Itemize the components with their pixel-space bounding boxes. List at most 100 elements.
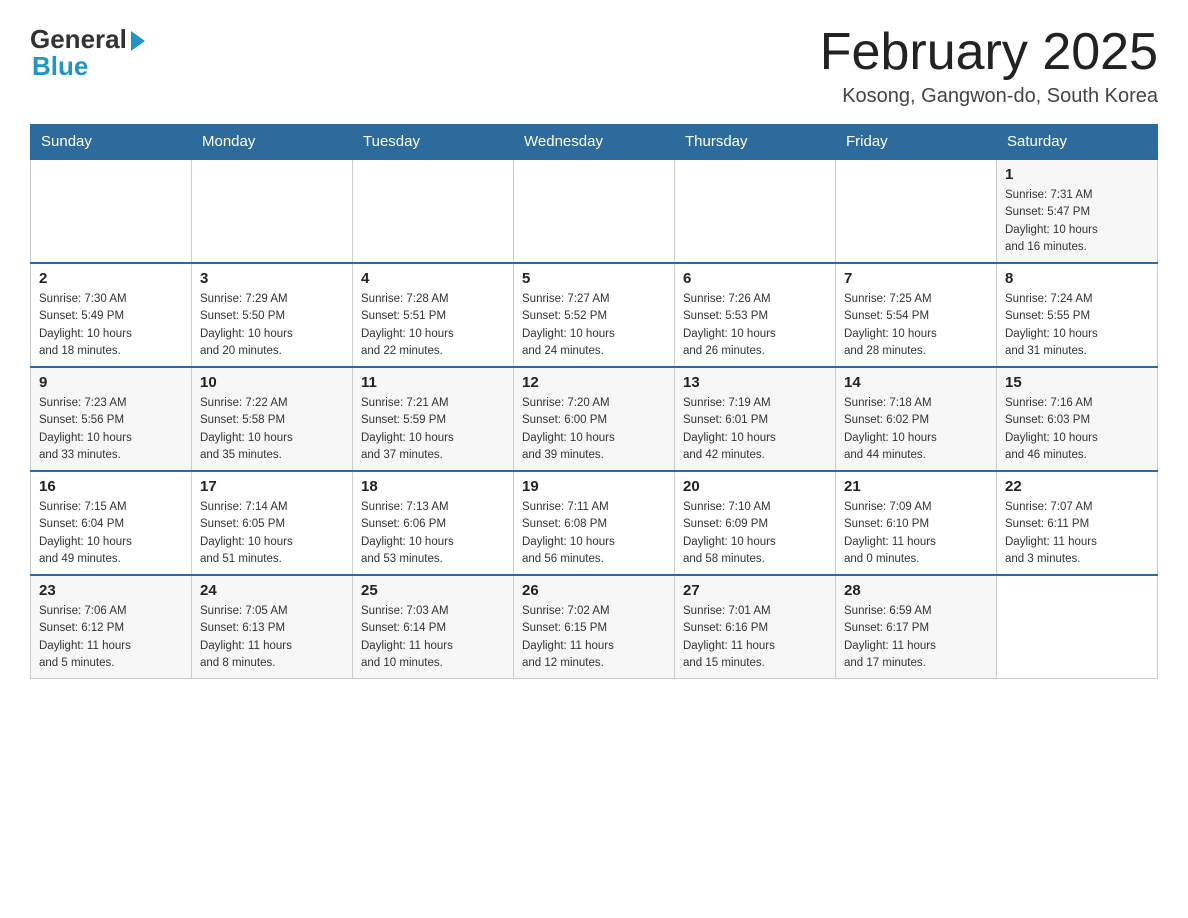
day-info: Sunrise: 7:11 AM Sunset: 6:08 PM Dayligh… (522, 499, 666, 568)
calendar-table: Sunday Monday Tuesday Wednesday Thursday… (30, 124, 1158, 679)
table-row (192, 159, 353, 263)
day-info: Sunrise: 7:25 AM Sunset: 5:54 PM Dayligh… (844, 291, 988, 360)
day-info: Sunrise: 7:15 AM Sunset: 6:04 PM Dayligh… (39, 499, 183, 568)
table-row: 22 Sunrise: 7:07 AM Sunset: 6:11 PM Dayli… (997, 471, 1158, 575)
logo-arrow-icon (131, 31, 145, 51)
day-number: 10 (200, 374, 344, 391)
calendar-header-row: Sunday Monday Tuesday Wednesday Thursday… (31, 125, 1158, 160)
table-row (514, 159, 675, 263)
table-row: 15 Sunrise: 7:16 AM Sunset: 6:03 PM Dayli… (997, 367, 1158, 471)
day-info: Sunrise: 7:09 AM Sunset: 6:10 PM Dayligh… (844, 499, 988, 568)
calendar-row: 1Sunrise: 7:31 AM Sunset: 5:47 PM Daylig… (31, 159, 1158, 263)
day-number: 15 (1005, 374, 1149, 391)
day-number: 18 (361, 478, 505, 495)
day-info: Sunrise: 7:31 AM Sunset: 5:47 PM Dayligh… (1005, 187, 1149, 256)
day-number: 21 (844, 478, 988, 495)
day-info: Sunrise: 7:10 AM Sunset: 6:09 PM Dayligh… (683, 499, 827, 568)
table-row: 3 Sunrise: 7:29 AM Sunset: 5:50 PM Daylig… (192, 263, 353, 367)
table-row (353, 159, 514, 263)
day-info: Sunrise: 7:05 AM Sunset: 6:13 PM Dayligh… (200, 603, 344, 672)
day-number: 2 (39, 270, 183, 287)
table-row: 8Sunrise: 7:24 AM Sunset: 5:55 PM Daylig… (997, 263, 1158, 367)
day-number: 26 (522, 582, 666, 599)
table-row: 20 Sunrise: 7:10 AM Sunset: 6:09 PM Dayli… (675, 471, 836, 575)
day-info: Sunrise: 7:23 AM Sunset: 5:56 PM Dayligh… (39, 395, 183, 464)
table-row (997, 575, 1158, 679)
day-info: Sunrise: 7:18 AM Sunset: 6:02 PM Dayligh… (844, 395, 988, 464)
page-header: General Blue February 2025 Kosong, Gangw… (30, 24, 1158, 108)
day-info: Sunrise: 7:21 AM Sunset: 5:59 PM Dayligh… (361, 395, 505, 464)
table-row (675, 159, 836, 263)
col-thursday: Thursday (675, 125, 836, 160)
day-number: 16 (39, 478, 183, 495)
calendar-row: 23Sunrise: 7:06 AM Sunset: 6:12 PM Dayli… (31, 575, 1158, 679)
table-row: 14 Sunrise: 7:18 AM Sunset: 6:02 PM Dayli… (836, 367, 997, 471)
table-row: 19 Sunrise: 7:11 AM Sunset: 6:08 PM Dayli… (514, 471, 675, 575)
calendar-row: 16 Sunrise: 7:15 AM Sunset: 6:04 PM Dayli… (31, 471, 1158, 575)
day-info: Sunrise: 7:03 AM Sunset: 6:14 PM Dayligh… (361, 603, 505, 672)
col-friday: Friday (836, 125, 997, 160)
table-row (836, 159, 997, 263)
logo: General Blue (30, 24, 145, 82)
day-number: 22 (1005, 478, 1149, 495)
day-number: 20 (683, 478, 827, 495)
col-saturday: Saturday (997, 125, 1158, 160)
day-number: 7 (844, 270, 988, 287)
day-number: 12 (522, 374, 666, 391)
day-number: 27 (683, 582, 827, 599)
table-row: 12 Sunrise: 7:20 AM Sunset: 6:00 PM Dayli… (514, 367, 675, 471)
table-row: 13Sunrise: 7:19 AM Sunset: 6:01 PM Dayli… (675, 367, 836, 471)
day-number: 9 (39, 374, 183, 391)
table-row: 16 Sunrise: 7:15 AM Sunset: 6:04 PM Dayli… (31, 471, 192, 575)
table-row: 18 Sunrise: 7:13 AM Sunset: 6:06 PM Dayli… (353, 471, 514, 575)
table-row: 26 Sunrise: 7:02 AM Sunset: 6:15 PM Dayli… (514, 575, 675, 679)
location-title: Kosong, Gangwon-do, South Korea (820, 85, 1158, 108)
day-number: 3 (200, 270, 344, 287)
title-area: February 2025 Kosong, Gangwon-do, South … (820, 24, 1158, 108)
day-info: Sunrise: 7:30 AM Sunset: 5:49 PM Dayligh… (39, 291, 183, 360)
table-row: 4 Sunrise: 7:28 AM Sunset: 5:51 PM Daylig… (353, 263, 514, 367)
table-row: 17Sunrise: 7:14 AM Sunset: 6:05 PM Dayli… (192, 471, 353, 575)
table-row: 1Sunrise: 7:31 AM Sunset: 5:47 PM Daylig… (997, 159, 1158, 263)
day-info: Sunrise: 7:29 AM Sunset: 5:50 PM Dayligh… (200, 291, 344, 360)
table-row (31, 159, 192, 263)
day-number: 8 (1005, 270, 1149, 287)
day-info: Sunrise: 7:01 AM Sunset: 6:16 PM Dayligh… (683, 603, 827, 672)
day-number: 28 (844, 582, 988, 599)
day-number: 19 (522, 478, 666, 495)
day-number: 24 (200, 582, 344, 599)
col-tuesday: Tuesday (353, 125, 514, 160)
col-wednesday: Wednesday (514, 125, 675, 160)
col-monday: Monday (192, 125, 353, 160)
table-row: 28Sunrise: 6:59 AM Sunset: 6:17 PM Dayli… (836, 575, 997, 679)
day-number: 6 (683, 270, 827, 287)
col-sunday: Sunday (31, 125, 192, 160)
day-number: 5 (522, 270, 666, 287)
day-info: Sunrise: 7:14 AM Sunset: 6:05 PM Dayligh… (200, 499, 344, 568)
table-row: 5 Sunrise: 7:27 AM Sunset: 5:52 PM Daylig… (514, 263, 675, 367)
table-row: 25 Sunrise: 7:03 AM Sunset: 6:14 PM Dayli… (353, 575, 514, 679)
day-info: Sunrise: 7:13 AM Sunset: 6:06 PM Dayligh… (361, 499, 505, 568)
day-number: 25 (361, 582, 505, 599)
day-info: Sunrise: 7:19 AM Sunset: 6:01 PM Dayligh… (683, 395, 827, 464)
day-info: Sunrise: 7:16 AM Sunset: 6:03 PM Dayligh… (1005, 395, 1149, 464)
day-info: Sunrise: 7:07 AM Sunset: 6:11 PM Dayligh… (1005, 499, 1149, 568)
table-row: 11 Sunrise: 7:21 AM Sunset: 5:59 PM Dayli… (353, 367, 514, 471)
table-row: 7 Sunrise: 7:25 AM Sunset: 5:54 PM Daylig… (836, 263, 997, 367)
table-row: 21 Sunrise: 7:09 AM Sunset: 6:10 PM Dayli… (836, 471, 997, 575)
day-info: Sunrise: 7:27 AM Sunset: 5:52 PM Dayligh… (522, 291, 666, 360)
day-info: Sunrise: 7:20 AM Sunset: 6:00 PM Dayligh… (522, 395, 666, 464)
day-number: 11 (361, 374, 505, 391)
table-row: 23Sunrise: 7:06 AM Sunset: 6:12 PM Dayli… (31, 575, 192, 679)
day-info: Sunrise: 7:26 AM Sunset: 5:53 PM Dayligh… (683, 291, 827, 360)
day-info: Sunrise: 7:28 AM Sunset: 5:51 PM Dayligh… (361, 291, 505, 360)
month-title: February 2025 (820, 24, 1158, 81)
table-row: 9 Sunrise: 7:23 AM Sunset: 5:56 PM Daylig… (31, 367, 192, 471)
table-row: 6 Sunrise: 7:26 AM Sunset: 5:53 PM Daylig… (675, 263, 836, 367)
table-row: 27 Sunrise: 7:01 AM Sunset: 6:16 PM Dayli… (675, 575, 836, 679)
day-number: 23 (39, 582, 183, 599)
day-info: Sunrise: 7:02 AM Sunset: 6:15 PM Dayligh… (522, 603, 666, 672)
day-number: 14 (844, 374, 988, 391)
calendar-row: 9 Sunrise: 7:23 AM Sunset: 5:56 PM Daylig… (31, 367, 1158, 471)
day-number: 4 (361, 270, 505, 287)
